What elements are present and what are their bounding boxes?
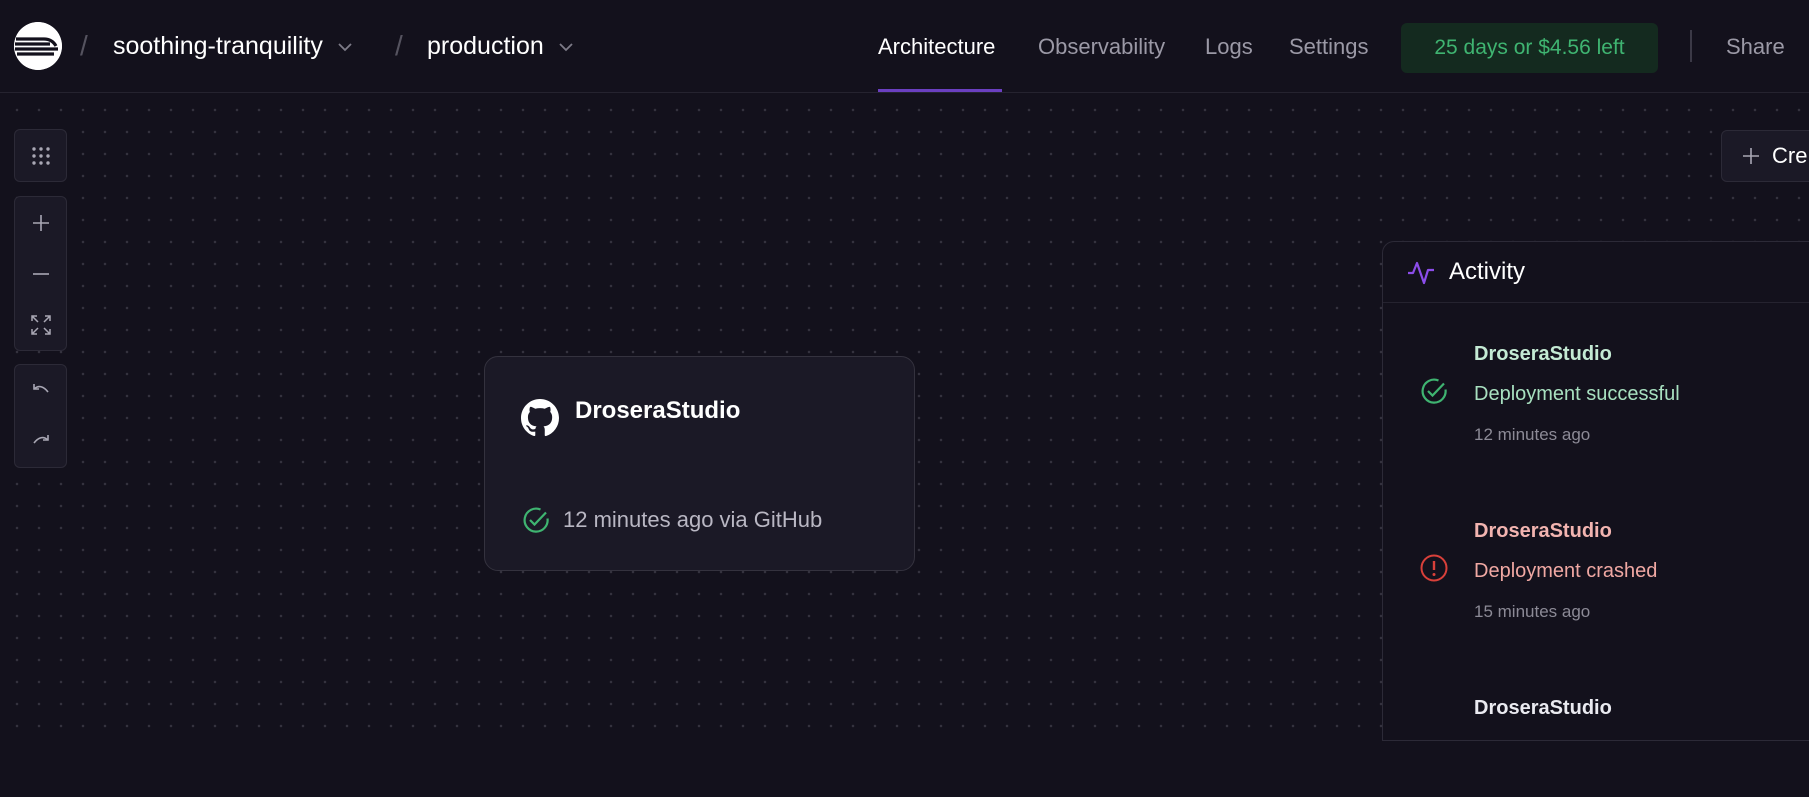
activity-header: Activity <box>1383 242 1809 303</box>
environment-selector[interactable]: production <box>427 32 576 61</box>
project-selector[interactable]: soothing-tranquility <box>113 32 355 61</box>
activity-service-name: DroseraStudio <box>1474 343 1612 365</box>
activity-time: 12 minutes ago <box>1474 425 1591 444</box>
zoom-out-icon <box>32 272 49 275</box>
service-name: DroseraStudio <box>575 397 741 424</box>
canvas-zoom-toolbar <box>14 196 67 351</box>
chevron-down-icon <box>559 42 573 51</box>
railway-logo-icon[interactable] <box>14 22 62 70</box>
activity-title: Activity <box>1449 258 1526 285</box>
alert-circle-icon <box>1420 554 1448 582</box>
fit-view-icon <box>30 314 51 335</box>
tab-settings[interactable]: Settings <box>1289 34 1369 60</box>
zoom-in-icon <box>32 214 49 231</box>
create-button[interactable]: Cre <box>1721 130 1809 182</box>
zoom-out-button[interactable] <box>15 248 66 299</box>
service-deploy-status: 12 minutes ago via GitHub <box>521 505 822 535</box>
active-tab-indicator <box>878 89 1002 92</box>
activity-service-name: DroseraStudio <box>1474 697 1612 719</box>
top-navigation-bar: / soothing-tranquility / production Arch… <box>0 0 1809 93</box>
share-button[interactable]: Share <box>1726 34 1785 60</box>
redo-button[interactable] <box>15 416 66 467</box>
breadcrumb-separator: / <box>395 30 403 61</box>
undo-button[interactable] <box>15 365 66 416</box>
create-button-label: Cre <box>1772 143 1808 168</box>
tab-logs[interactable]: Logs <box>1205 34 1253 60</box>
project-name: soothing-tranquility <box>113 32 323 60</box>
environment-name: production <box>427 32 544 60</box>
tab-observability[interactable]: Observability <box>1038 34 1165 60</box>
trial-usage-button[interactable]: 25 days or $4.56 left <box>1401 23 1658 73</box>
plus-icon <box>1743 148 1759 164</box>
activity-item[interactable]: DroseraStudio <box>1383 657 1809 797</box>
github-icon <box>521 399 559 437</box>
redo-icon <box>32 434 49 444</box>
canvas-grid-toolbar <box>14 129 67 182</box>
fit-view-button[interactable] <box>15 299 66 350</box>
nav-divider <box>1690 30 1692 62</box>
check-circle-icon <box>1421 378 1447 404</box>
activity-panel: Activity DroseraStudio Deployment succes… <box>1382 241 1809 741</box>
tab-architecture[interactable]: Architecture <box>878 34 995 60</box>
service-card[interactable]: DroseraStudio 12 minutes ago via GitHub <box>484 356 915 571</box>
architecture-canvas[interactable]: Cre DroseraStudio 12 minutes ago via Git… <box>0 93 1809 741</box>
canvas-history-toolbar <box>14 364 67 468</box>
zoom-in-button[interactable] <box>15 197 66 248</box>
undo-icon <box>32 383 49 393</box>
grid-button[interactable] <box>15 130 66 181</box>
chevron-down-icon <box>338 42 352 51</box>
check-circle-icon <box>523 507 549 533</box>
breadcrumb-separator: / <box>80 30 88 61</box>
activity-time: 15 minutes ago <box>1474 602 1591 621</box>
grid-icon <box>31 146 50 165</box>
activity-item[interactable]: DroseraStudio Deployment successful 12 m… <box>1383 303 1809 444</box>
activity-message: Deployment crashed <box>1474 560 1658 582</box>
activity-message: Deployment successful <box>1474 383 1680 405</box>
activity-item[interactable]: DroseraStudio Deployment crashed 15 minu… <box>1383 480 1809 621</box>
service-status-text: 12 minutes ago via GitHub <box>563 507 823 532</box>
activity-service-name: DroseraStudio <box>1474 520 1612 542</box>
activity-pulse-icon <box>1408 261 1434 285</box>
